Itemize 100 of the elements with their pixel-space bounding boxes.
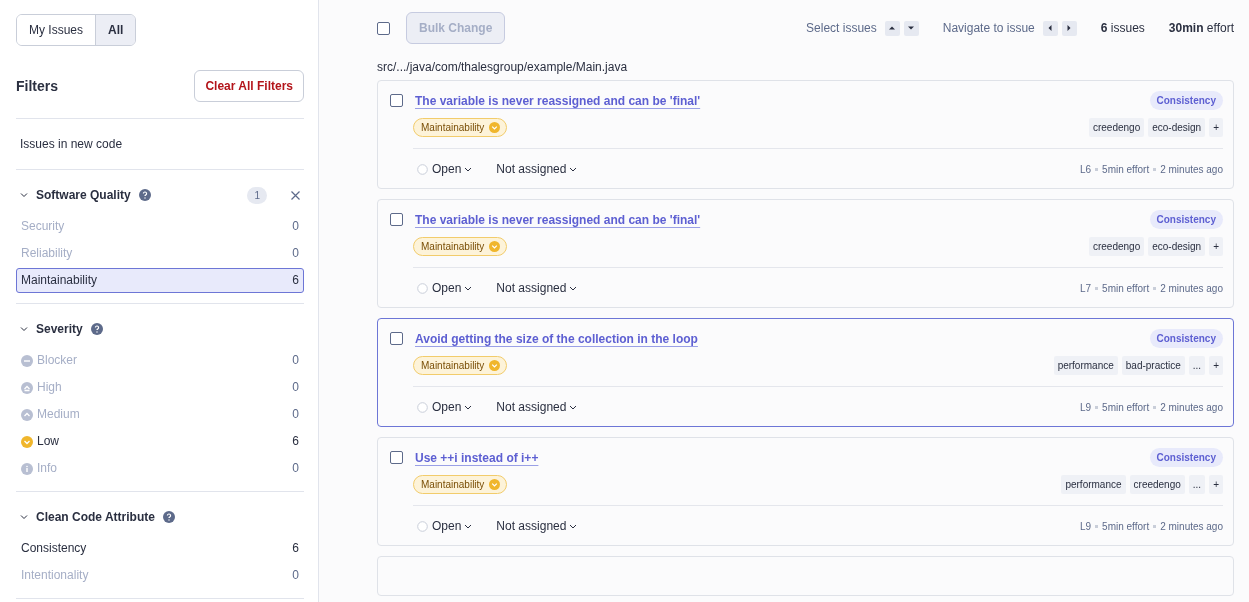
issue-checkbox[interactable]: [390, 332, 403, 345]
triangle-icon: [889, 25, 896, 31]
file-path: src/.../java/com/thalesgroup/example/Main.java: [377, 59, 629, 76]
filter-label: Reliability: [21, 245, 73, 262]
issue-checkbox[interactable]: [390, 94, 403, 107]
issue-meta: L9 5min effort 2 minutes ago: [1080, 519, 1223, 534]
select-issues-label: Select issues: [806, 20, 877, 37]
issue-card[interactable]: The variable is never reassigned and can be 'final' Consistency Maintainability creedengo eco-design + Open Not assigned L6 5min effort 2 minutes ago: [377, 80, 1234, 189]
filter-count: 6: [292, 272, 299, 289]
triangle-icon: [1066, 25, 1073, 31]
status-circle-icon: [417, 520, 428, 532]
filter-count: 0: [292, 245, 299, 262]
filter-count: 0: [292, 406, 299, 423]
chevron-down-icon: [464, 285, 473, 291]
assignee-dropdown[interactable]: Not assigned: [496, 517, 578, 535]
quality-tag[interactable]: Maintainability: [413, 237, 508, 256]
add-tag-button[interactable]: +: [1209, 118, 1223, 137]
chevron-down-icon[interactable]: [20, 513, 28, 521]
filter-section-title[interactable]: Severity: [36, 320, 83, 338]
chevron-down-icon: [569, 523, 578, 529]
issue-title-link[interactable]: The variable is never reassigned and can be 'final': [415, 91, 701, 110]
help-icon[interactable]: [90, 323, 103, 335]
status-dropdown[interactable]: Open: [432, 279, 473, 297]
scope-tab[interactable]: All: [95, 15, 136, 45]
filter-label: Intentionality: [21, 567, 89, 584]
issue-checkbox[interactable]: [390, 451, 403, 464]
status-dropdown[interactable]: Open: [432, 160, 473, 178]
new-code-filter[interactable]: Issues in new code: [20, 137, 123, 151]
issue-tag: creedengo: [1088, 237, 1145, 256]
filter-label: Security: [21, 218, 65, 235]
issue-tag: performance: [1061, 475, 1126, 494]
arrow-right-key[interactable]: [1061, 20, 1077, 36]
arrow-down-key[interactable]: [903, 20, 919, 36]
issue-tag: creedengo: [1129, 475, 1185, 494]
filter-option[interactable]: Low 6: [16, 429, 304, 454]
navigate-label: Navigate to issue: [942, 20, 1035, 37]
issue-tag: bad-practice: [1121, 356, 1185, 375]
issue-card[interactable]: Avoid getting the size of the collection in the loop Consistency Maintainability performance bad-practice ... + Open Not assigned L9 5min effort 2 minutes ago: [377, 318, 1234, 427]
issue-tag: performance: [1053, 356, 1118, 375]
assignee-dropdown[interactable]: Not assigned: [496, 279, 578, 297]
issue-meta: L7 5min effort 2 minutes ago: [1080, 281, 1223, 296]
filter-count: 6: [292, 540, 299, 557]
chevron-down-icon: [569, 285, 578, 291]
assignee-dropdown[interactable]: Not assigned: [496, 160, 578, 178]
add-tag-button[interactable]: +: [1209, 475, 1223, 494]
status-dropdown[interactable]: Open: [432, 398, 473, 416]
filter-label: Medium: [37, 406, 80, 423]
filter-label: Consistency: [21, 540, 87, 557]
filter-count: 6: [292, 433, 299, 450]
select-all-checkbox[interactable]: [377, 21, 390, 35]
attribute-tag: Consistency: [1149, 210, 1223, 229]
filter-count: 0: [292, 379, 299, 396]
quality-tag[interactable]: Maintainability: [413, 475, 508, 494]
arrow-left-key[interactable]: [1042, 20, 1058, 36]
chevron-down-icon: [464, 166, 473, 172]
filter-section-title[interactable]: Clean Code Attribute: [36, 508, 155, 526]
filter-option[interactable]: Maintainability 6: [16, 268, 304, 293]
attribute-tag: Consistency: [1149, 91, 1223, 110]
close-icon[interactable]: [291, 190, 300, 200]
filter-option[interactable]: Consistency 6: [16, 536, 304, 561]
filter-label: Low: [37, 433, 59, 450]
issue-card[interactable]: The variable is never reassigned and can be 'final' Consistency Maintainability creedengo eco-design + Open Not assigned L7 5min effort 2 minutes ago: [377, 199, 1234, 308]
triangle-icon: [908, 25, 915, 31]
chevron-down-circle-icon: [489, 360, 501, 371]
chevron-down-icon[interactable]: [20, 325, 28, 333]
filter-label: Maintainability: [21, 272, 98, 289]
filter-count: 1: [247, 186, 267, 204]
total-effort: 30min effort: [1168, 20, 1234, 37]
filter-section-title[interactable]: Software Quality: [36, 186, 131, 204]
chevron-down-circle-icon: [489, 241, 501, 252]
issue-checkbox[interactable]: [390, 213, 403, 226]
filter-count: 0: [292, 567, 299, 584]
status-dropdown[interactable]: Open: [432, 517, 473, 535]
issue-title-link[interactable]: The variable is never reassigned and can be 'final': [415, 210, 701, 229]
clear-filters-button[interactable]: Clear All Filters: [194, 70, 304, 102]
status-circle-icon: [417, 401, 428, 413]
issue-count: 6 issues: [1100, 20, 1145, 37]
chevron-down-icon: [569, 166, 578, 172]
chevron-up-circle-icon: [21, 408, 33, 421]
double-chevron-up-icon: [21, 381, 33, 394]
attribute-tag: Consistency: [1149, 448, 1223, 467]
help-icon[interactable]: [138, 189, 151, 201]
more-tags: ...: [1188, 356, 1206, 375]
chevron-down-icon[interactable]: [20, 191, 28, 199]
arrow-up-key[interactable]: [884, 20, 900, 36]
issue-title-link[interactable]: Avoid getting the size of the collection in the loop: [415, 329, 698, 348]
attribute-tag: Consistency: [1149, 329, 1223, 348]
filters-heading: Filters: [16, 76, 58, 96]
help-icon[interactable]: [162, 511, 175, 523]
issue-card[interactable]: Use ++i instead of i++ Consistency Maintainability performance creedengo ... + Open Not assigned L9 5min effort 2 minutes ago: [377, 437, 1234, 546]
add-tag-button[interactable]: +: [1209, 237, 1223, 256]
issue-tag: creedengo: [1088, 118, 1145, 137]
minus-circle-icon: [21, 354, 33, 367]
add-tag-button[interactable]: +: [1209, 356, 1223, 375]
issue-title-link[interactable]: Use ++i instead of i++: [415, 448, 539, 467]
assignee-dropdown[interactable]: Not assigned: [496, 398, 578, 416]
chevron-down-icon: [464, 404, 473, 410]
quality-tag[interactable]: Maintainability: [413, 118, 508, 137]
quality-tag[interactable]: Maintainability: [413, 356, 508, 375]
triangle-icon: [1047, 25, 1054, 31]
